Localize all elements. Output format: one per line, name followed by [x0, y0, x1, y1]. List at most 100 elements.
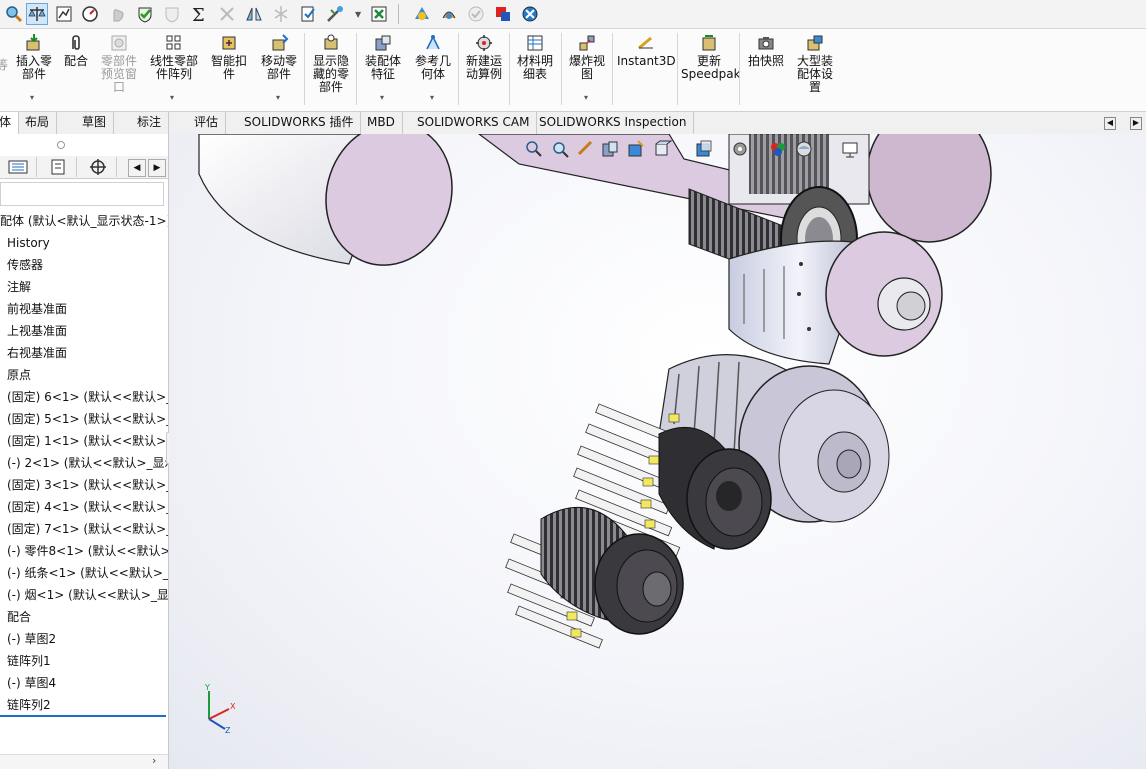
ribbon-label: 件 — [222, 67, 235, 81]
tree-item[interactable]: 右视基准面 — [0, 342, 168, 364]
view-orientation-icon[interactable] — [652, 139, 672, 159]
configuration-manager-tab[interactable] — [80, 157, 117, 177]
tab-scroll-right-button[interactable]: ▶ — [1130, 117, 1142, 130]
apply-scene-icon[interactable] — [794, 139, 814, 159]
tree-item[interactable]: History — [0, 232, 168, 254]
chevron-down-icon[interactable]: ▾ — [430, 93, 434, 102]
property-manager-tab[interactable] — [40, 157, 77, 177]
tree-item[interactable]: (固定) 5<1> (默认<<默认>_显 — [0, 408, 168, 430]
zoom-area-icon[interactable] — [550, 139, 570, 159]
smart-fastener-button[interactable]: 智能扣件 — [206, 33, 252, 81]
mate-button[interactable]: 配合 — [60, 33, 92, 68]
tree-item[interactable]: (固定) 1<1> (默认<<默认>_显 — [0, 430, 168, 452]
tree-item[interactable]: 注解 — [0, 276, 168, 298]
take-snapshot-button[interactable]: 拍快照 — [744, 33, 788, 68]
speedpak-icon — [702, 35, 716, 51]
tree-item[interactable]: (-) 草图2 — [0, 628, 168, 650]
tree-item[interactable]: (固定) 6<1> (默认<<默认>_显 — [0, 386, 168, 408]
chevron-down-icon[interactable]: ▾ — [584, 93, 588, 102]
tab-scroll-right-button[interactable]: ▶ — [148, 159, 166, 177]
tree-root-assembly[interactable]: 配体 (默认<默认_显示状态-1>) — [0, 210, 168, 232]
section-view-icon[interactable] — [600, 139, 620, 159]
tree-item[interactable]: (-) 烟<1> (默认<<默认>_显示 — [0, 584, 168, 606]
check-document-icon[interactable] — [298, 4, 318, 24]
color-square-icon[interactable] — [493, 4, 513, 24]
tree-item[interactable]: 链阵列2 — [0, 694, 168, 716]
tree-item[interactable]: 链阵列1 — [0, 650, 168, 672]
tree-item[interactable]: (固定) 7<1> (默认<<默认>_显 — [0, 518, 168, 540]
tree-item[interactable]: 原点 — [0, 364, 168, 386]
tree-item[interactable]: 上视基准面 — [0, 320, 168, 342]
tab-assembly[interactable]: 体 — [0, 112, 20, 134]
horizontal-scrollbar[interactable]: › — [0, 754, 168, 769]
scroll-right-arrow-icon[interactable]: › — [152, 754, 156, 767]
tree-item-label: (-) 零件8<1> (默认<<默认>_ — [7, 544, 168, 558]
chevron-down-icon[interactable]: ▾ — [30, 93, 34, 102]
tree-item[interactable]: 前视基准面 — [0, 298, 168, 320]
insert-component-button[interactable]: 插入零 部件 — [12, 33, 56, 81]
tab-layout[interactable]: 布局 — [18, 112, 58, 134]
globe-icon[interactable] — [520, 4, 540, 24]
magnifier-icon[interactable] — [4, 4, 24, 24]
bill-of-materials-button[interactable]: 材料明 细表 — [512, 33, 558, 81]
tab-scroll-left-button[interactable]: ◀ — [128, 159, 146, 177]
truncated-ribbon-button[interactable]: 等 — [0, 59, 8, 72]
graphics-area[interactable]: Y X Z — [169, 134, 1146, 769]
new-motion-study-button[interactable]: 新建运 动算例 — [461, 33, 507, 81]
excel-export-icon[interactable] — [369, 4, 389, 24]
tab-scroll-left-button[interactable]: ◀ — [1104, 117, 1116, 130]
hide-show-items-icon[interactable] — [730, 139, 750, 159]
tree-item[interactable]: (固定) 3<1> (默认<<默认>_显 — [0, 474, 168, 496]
exploded-view-icon — [579, 35, 595, 51]
panel-grip-icon[interactable] — [57, 141, 65, 149]
reference-geometry-button[interactable]: 参考几 何体 — [410, 33, 456, 81]
wand-icon[interactable] — [325, 4, 345, 24]
toolbar-divider — [398, 4, 399, 24]
ribbon-label: 材料明 — [516, 54, 553, 68]
tab-markup[interactable]: 标注 — [130, 112, 170, 134]
tree-item[interactable]: 配合 — [0, 606, 168, 628]
tree-item[interactable]: 传感器 — [0, 254, 168, 276]
assembly-feature-button[interactable]: 装配体 特征 — [360, 33, 406, 81]
view-settings-icon[interactable] — [840, 139, 860, 159]
tree-item[interactable]: (-) 纸条<1> (默认<<默认>_显 — [0, 562, 168, 584]
tree-item[interactable]: (-) 草图4 — [0, 672, 168, 694]
chart-icon[interactable] — [54, 4, 74, 24]
component-preview-button[interactable]: 零部件 预览窗口 — [96, 33, 142, 94]
dynamic-annotation-icon[interactable] — [626, 139, 646, 159]
check-shield-icon[interactable] — [135, 4, 155, 24]
chevron-down-icon[interactable]: ▾ — [380, 93, 384, 102]
mirror-icon[interactable] — [244, 4, 264, 24]
edit-appearance-icon[interactable] — [768, 139, 788, 159]
linear-pattern-button[interactable]: 线性零部 件阵列 — [146, 33, 202, 81]
show-hidden-components-button[interactable]: 显示隐 藏的零 部件 — [308, 33, 354, 94]
sigma-icon[interactable]: Σ — [189, 4, 209, 24]
tab-solidworks-inspection[interactable]: SOLIDWORKS Inspection — [532, 112, 695, 134]
appearance-icon[interactable] — [439, 4, 459, 24]
chevron-down-icon[interactable]: ▾ — [170, 93, 174, 102]
tab-evaluate[interactable]: 评估 — [187, 112, 227, 134]
tab-sketch[interactable]: 草图 — [75, 112, 115, 134]
tree-item[interactable]: (-) 零件8<1> (默认<<默认>_ — [0, 540, 168, 562]
tree-filter-input[interactable] — [0, 182, 164, 206]
render-icon[interactable] — [412, 4, 432, 24]
move-component-button[interactable]: 移动零 部件 — [256, 33, 302, 81]
chevron-down-icon[interactable]: ▾ — [276, 93, 280, 102]
gauge-icon[interactable] — [80, 4, 100, 24]
exploded-view-button[interactable]: 爆炸视图 — [564, 33, 610, 81]
update-speedpak-button[interactable]: 更新 Speedpak — [681, 33, 741, 81]
tree-item[interactable]: (固定) 4<1> (默认<<默认>_显 — [0, 496, 168, 518]
chevron-down-icon[interactable]: ▼ — [355, 10, 361, 19]
display-style-icon[interactable] — [694, 139, 714, 159]
large-assembly-settings-button[interactable]: 大型装 配体设置 — [792, 33, 838, 94]
balance-icon[interactable] — [26, 3, 48, 25]
instant3d-button[interactable]: Instant3D — [617, 33, 676, 68]
tree-item-label: 右视基准面 — [7, 346, 68, 360]
tab-solidworks-addins[interactable]: SOLIDWORKS 插件 — [237, 112, 362, 134]
tab-mbd[interactable]: MBD — [360, 112, 403, 134]
previous-view-icon[interactable] — [576, 139, 596, 159]
tree-item[interactable]: (-) 2<1> (默认<<默认>_显示 — [0, 452, 168, 474]
tab-solidworks-cam[interactable]: SOLIDWORKS CAM — [410, 112, 538, 134]
feature-tree-tab[interactable] — [0, 157, 37, 177]
zoom-to-fit-icon[interactable] — [524, 139, 544, 159]
